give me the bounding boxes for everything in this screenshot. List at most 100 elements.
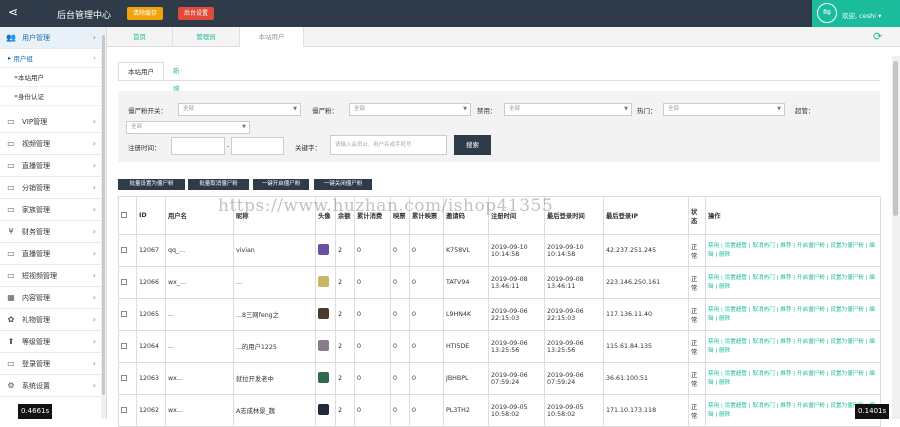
reg-end-input[interactable]: [231, 137, 284, 155]
sidebar-item-live-2[interactable]: ▭ 直播管理 ›: [0, 243, 102, 265]
watermark: https://www.huzhan.com/ishop41355: [218, 196, 554, 216]
cell-username: ...: [165, 330, 234, 363]
subgroup-label: 用户组: [13, 55, 33, 63]
cell-ops[interactable]: 禁用 | 设置超管 | 取消热门 | 推荐 | 开启僵尸粉 | 设置为僵尸粉 |…: [705, 330, 881, 363]
filter-label-keyword: 关键字：: [295, 144, 321, 152]
cell-vote: 0: [390, 266, 410, 299]
sidebar-subitem-auth[interactable]: » 身份认证: [0, 87, 102, 106]
super-admin-select[interactable]: 全部 ▼: [126, 121, 250, 134]
sidebar-scrollbar[interactable]: [101, 27, 106, 419]
share-icon[interactable]: ⋖: [8, 5, 18, 19]
sidebar-subitem-local-users[interactable]: » 本站用户: [0, 68, 102, 87]
row-checkbox[interactable]: [118, 330, 137, 363]
tab-local-users-content[interactable]: 本站用户: [118, 62, 164, 80]
cell-reg: 2019-09-06 22:15:03: [488, 298, 545, 331]
scrollbar-thumb[interactable]: [102, 35, 105, 395]
reg-start-input[interactable]: [171, 137, 225, 155]
subitem-label: 身份认证: [17, 93, 44, 101]
clear-cache-button[interactable]: 清除缓存: [127, 7, 164, 20]
hot-select[interactable]: 全部 ▼: [663, 103, 785, 116]
cell-ip: 223.146.250.161: [603, 266, 689, 299]
refresh-icon[interactable]: ⟳: [873, 30, 882, 43]
cell-nick: vivian: [233, 234, 316, 267]
cell-username: wx_...: [165, 266, 234, 299]
enable-all-zombie-button[interactable]: 一键开启僵尸粉: [253, 179, 309, 190]
sidebar-item-vip[interactable]: ▭ VIP管理 ›: [0, 111, 102, 133]
sidebar-item-level[interactable]: ⬆ 等级管理 ›: [0, 331, 102, 353]
cell-votetotal: 0: [409, 266, 444, 299]
monitor-icon: ▭: [7, 139, 15, 148]
cell-ops[interactable]: 禁用 | 设置超管 | 取消热门 | 推荐 | 开启僵尸粉 | 设置为僵尸粉 |…: [705, 266, 881, 299]
cell-last: 2019-09-10 10:14:58: [544, 234, 604, 267]
tab-add-member[interactable]: 新增会员: [168, 62, 185, 129]
disable-all-zombie-button[interactable]: 一键关闭僵尸粉: [314, 179, 372, 190]
sidebar-item-video[interactable]: ▭ 视频管理 ›: [0, 133, 102, 155]
row-checkbox[interactable]: [118, 394, 137, 427]
table-row: 12066 wx_...... 2 0 0 0 TATV94 2019-09-08 13:46…: [118, 266, 881, 299]
tab-local-users[interactable]: 本站用户: [240, 27, 304, 47]
batch-cancel-zombie-button[interactable]: 批量取消僵尸粉: [188, 179, 249, 190]
search-button[interactable]: 搜索: [454, 135, 491, 155]
cell-coin: 2: [335, 298, 355, 331]
cell-ops[interactable]: 禁用 | 设置超管 | 取消热门 | 推荐 | 开启僵尸粉 | 设置为僵尸粉 |…: [705, 298, 881, 331]
avatar: [318, 276, 329, 287]
upload-icon: ⬆: [7, 337, 15, 346]
sidebar-item-label: 等级管理: [22, 337, 50, 346]
cell-status: 正常: [688, 394, 706, 427]
col-id[interactable]: ID: [136, 196, 166, 235]
cell-id: 12067: [136, 234, 166, 267]
table-row: 12062 wx... A志成林景_魏 2 0 0 0 PL3TH2 2019-09-05 10…: [118, 394, 881, 427]
scrollbar-thumb[interactable]: [893, 61, 898, 216]
cell-coin: 2: [335, 394, 355, 427]
tab-home[interactable]: 首页: [107, 27, 173, 47]
cell-vote: 0: [390, 394, 410, 427]
sidebar-item-content[interactable]: ▦ 内容管理 ›: [0, 287, 102, 309]
timer-left: 0.4661s: [18, 404, 53, 419]
zombie-switch-select[interactable]: 全部 ▼: [178, 103, 301, 116]
sidebar-item-distribution[interactable]: ▭ 分销管理 ›: [0, 177, 102, 199]
cell-vote: 0: [390, 362, 410, 395]
cell-nick: ...8三网feng之: [233, 298, 316, 331]
chevron-down-icon: ▼: [777, 106, 781, 112]
col-last-login: 最后登录时间: [544, 196, 604, 235]
batch-set-zombie-button[interactable]: 批量设置为僵尸粉: [118, 179, 185, 190]
main-scrollbar[interactable]: [892, 56, 900, 419]
user-menu[interactable]: ⇋ 欢迎, ceshi ▾: [812, 0, 900, 27]
sidebar-item-gift[interactable]: ✿ 礼物管理 ›: [0, 309, 102, 331]
settings-button[interactable]: 后台设置: [178, 7, 215, 20]
select-all-checkbox[interactable]: [118, 196, 137, 235]
tab-admin[interactable]: 管理员: [173, 27, 240, 47]
sidebar-item-users[interactable]: 👥 用户管理 ›: [0, 27, 102, 49]
zombie-select[interactable]: 全部 ▼: [349, 103, 471, 116]
disabled-select[interactable]: 全部 ▼: [504, 103, 632, 116]
cell-votetotal: 0: [409, 362, 444, 395]
row-checkbox[interactable]: [118, 234, 137, 267]
sidebar-item-live[interactable]: ▭ 直播管理 ›: [0, 155, 102, 177]
cell-ops[interactable]: 禁用 | 设置超管 | 取消热门 | 推荐 | 开启僵尸粉 | 设置为僵尸粉 |…: [705, 234, 881, 267]
cell-avatar: [315, 330, 336, 363]
cell-avatar: [315, 266, 336, 299]
row-checkbox[interactable]: [118, 362, 137, 395]
row-checkbox[interactable]: [118, 266, 137, 299]
cell-vote: 0: [390, 330, 410, 363]
sidebar-item-system[interactable]: ⚙ 系统设置 ›: [0, 375, 102, 397]
cell-code: TATV94: [443, 266, 489, 299]
keyword-input[interactable]: 请输入会员id、用户名或手机号: [330, 135, 447, 155]
app-title: 后台管理中心: [57, 11, 112, 21]
filter-label-disabled: 禁用：: [477, 107, 497, 115]
sidebar-item-short-video[interactable]: ▭ 短视频管理 ›: [0, 265, 102, 287]
sidebar-item-label: 系统设置: [22, 381, 50, 390]
row-checkbox[interactable]: [118, 298, 137, 331]
cell-nick: 就拉开发老中: [233, 362, 316, 395]
cell-spend: 0: [354, 330, 391, 363]
sidebar-subgroup[interactable]: ▸ 用户组 ›: [0, 49, 102, 68]
cell-ops[interactable]: 禁用 | 设置超管 | 取消热门 | 推荐 | 开启僵尸粉 | 设置为僵尸粉 |…: [705, 362, 881, 395]
sidebar-item-login[interactable]: ▭ 登录管理 ›: [0, 353, 102, 375]
avatar: [318, 244, 329, 255]
avatar: [318, 404, 329, 415]
cell-code: HTI5DE: [443, 330, 489, 363]
sidebar-item-finance[interactable]: ¥ 财务管理 ›: [0, 221, 102, 243]
cell-ip: 42.237.251.245: [603, 234, 689, 267]
sidebar-item-family[interactable]: ▭ 家族管理 ›: [0, 199, 102, 221]
cell-vote: 0: [390, 298, 410, 331]
